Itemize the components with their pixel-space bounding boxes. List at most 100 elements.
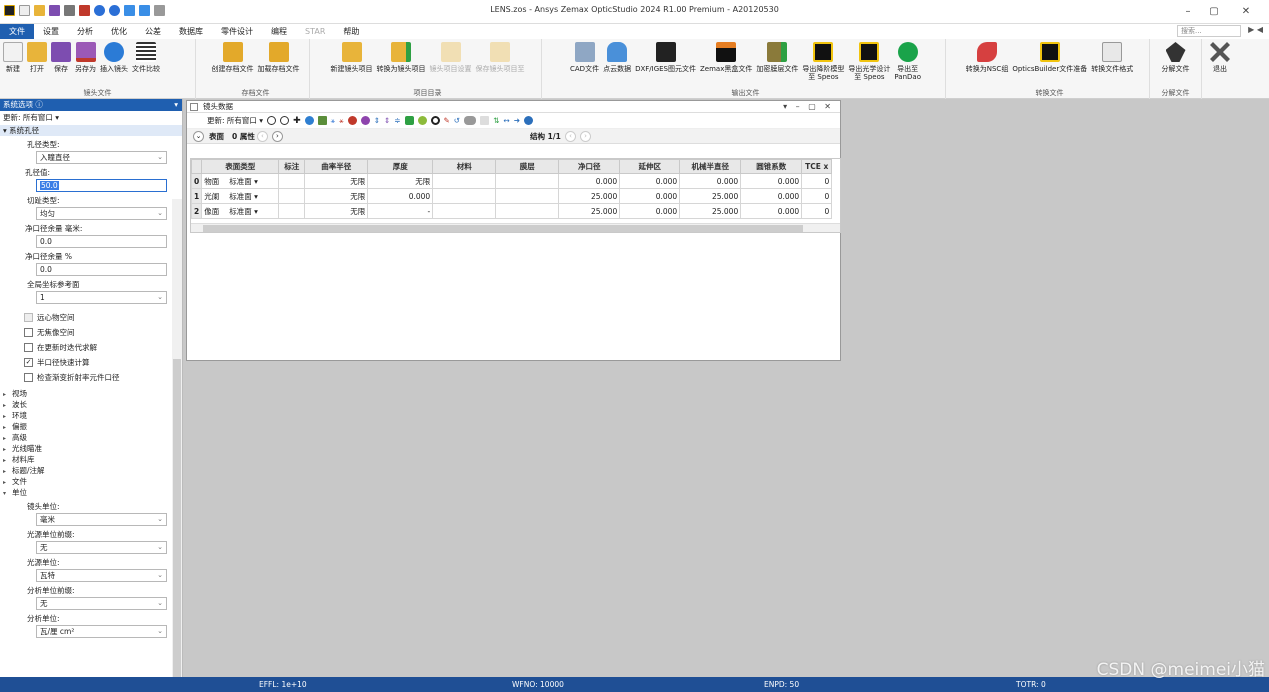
- table-header[interactable]: 表面类型: [201, 159, 280, 174]
- apodization-type-select[interactable]: 均匀 ⌄: [36, 207, 167, 220]
- search-input[interactable]: 搜索...: [1177, 25, 1241, 37]
- menu-help[interactable]: 帮助: [334, 24, 368, 39]
- mech-semi-dia-cell[interactable]: 25.000: [679, 203, 742, 219]
- chat-icon[interactable]: [404, 116, 414, 125]
- menu-part-designer[interactable]: 零件设计: [212, 24, 262, 39]
- radius-cell[interactable]: 无限: [304, 173, 369, 189]
- menu-optimize[interactable]: 优化: [102, 24, 136, 39]
- table-row[interactable]: 0 物面 标准面 ▾ 无限 无限 0.000 0.000 0.000 0.000 0: [191, 173, 833, 189]
- tree-item-environment[interactable]: ▸ 环境: [0, 410, 182, 421]
- arrows-icon[interactable]: ↔: [503, 116, 509, 125]
- tree-item-units[interactable]: ▾ 单位: [0, 487, 182, 498]
- afocal-image-checkbox[interactable]: 无焦像空间: [0, 325, 182, 340]
- globe-icon[interactable]: [304, 116, 314, 125]
- fast-semi-diameter-checkbox[interactable]: ✓ 半口径快速计算: [0, 355, 182, 370]
- tree-item-wavelengths[interactable]: ▸ 波长: [0, 399, 182, 410]
- load-archive-button[interactable]: 加载存档文件: [257, 42, 301, 73]
- table-row[interactable]: 2 像面 标准面 ▾ 无限 -25.000 0.000 25.000 0.000 0: [191, 203, 833, 219]
- table-header[interactable]: 标注: [278, 159, 306, 174]
- conic-cell[interactable]: 0.000: [740, 188, 803, 204]
- zemax-blackbox-button[interactable]: Zemax黑盒文件: [699, 42, 753, 73]
- tce-cell[interactable]: 0: [801, 203, 833, 219]
- menu-libraries[interactable]: 数据库: [170, 24, 212, 39]
- lens-data-titlebar[interactable]: 镜头数据 ▾ – ▢ ✕: [187, 101, 840, 113]
- material-cell[interactable]: [432, 203, 497, 219]
- table-header[interactable]: 圆锥系数: [740, 159, 803, 174]
- convert-format-button[interactable]: 转换文件格式: [1090, 42, 1134, 73]
- ray-icon[interactable]: ⚹: [331, 116, 336, 126]
- section-aperture[interactable]: ▾ 系统孔径: [0, 125, 182, 136]
- telecentric-object-checkbox[interactable]: 远心物空间: [0, 310, 182, 325]
- convert-nsc-button[interactable]: 转换为NSC组: [965, 42, 1010, 73]
- point-cloud-button[interactable]: 点云数据: [602, 42, 632, 73]
- pencil-icon[interactable]: ✎: [444, 116, 450, 125]
- chip-zone-cell[interactable]: 0.000: [619, 173, 681, 189]
- clear-semi-dia-cell[interactable]: 25.000: [558, 188, 621, 204]
- analysis-prefix-select[interactable]: 无 ⌄: [36, 597, 167, 610]
- menu-star[interactable]: STAR: [296, 24, 334, 39]
- toggle-icon[interactable]: [464, 116, 477, 125]
- tree-item-advanced[interactable]: ▸ 高级: [0, 432, 182, 443]
- table-header[interactable]: TCE x: [801, 159, 833, 174]
- menu-analyze[interactable]: 分析: [68, 24, 102, 39]
- lens2-icon[interactable]: [360, 116, 370, 125]
- export-design-speos-button[interactable]: 导出光学设计 至 Speos: [847, 42, 891, 81]
- chip-zone-cell[interactable]: 0.000: [619, 188, 681, 204]
- hook-icon[interactable]: ↺: [454, 116, 460, 125]
- crosshair-icon[interactable]: ✚: [293, 116, 301, 126]
- lens-icon[interactable]: [347, 116, 357, 125]
- global-coord-ref-select[interactable]: 1 ⌄: [36, 291, 167, 304]
- left-panel-scrollbar[interactable]: [172, 199, 182, 677]
- left-panel-scroll-thumb[interactable]: [173, 359, 181, 677]
- prev-surface-button[interactable]: ‹: [256, 130, 268, 142]
- cad-file-button[interactable]: CAD文件: [569, 42, 600, 73]
- clear-semi-dia-cell[interactable]: 0.000: [558, 173, 621, 189]
- maximize-button[interactable]: ▢: [1205, 5, 1223, 19]
- radius-cell[interactable]: 无限: [304, 203, 369, 219]
- refresh-icon[interactable]: [267, 116, 277, 125]
- table-header[interactable]: 曲率半径: [304, 159, 369, 174]
- next-config-button[interactable]: ›: [580, 130, 591, 142]
- color-icon[interactable]: [417, 116, 427, 125]
- split-file-button[interactable]: 分解文件: [1161, 42, 1191, 73]
- aperture-type-select[interactable]: 入瞳直径 ⌄: [36, 151, 167, 164]
- clear-semi-margin-pct-input[interactable]: 0.0: [36, 263, 167, 276]
- surface-name-cell[interactable]: 像面 标准面 ▾: [201, 203, 280, 219]
- help-icon[interactable]: [523, 116, 533, 125]
- insert-lens-button[interactable]: 插入镜头: [99, 42, 129, 73]
- ribbon-nav-arrows[interactable]: ▶ ◀: [1248, 25, 1263, 34]
- tce-cell[interactable]: 0: [801, 188, 833, 204]
- pin-blue-icon[interactable]: ⇕: [374, 116, 380, 125]
- coating-cell[interactable]: [495, 188, 560, 204]
- minimize-button[interactable]: –: [1179, 5, 1197, 19]
- comment-cell[interactable]: [278, 188, 306, 204]
- save-button[interactable]: 保存: [50, 42, 72, 73]
- menu-setup[interactable]: 设置: [34, 24, 68, 39]
- convert-project-button[interactable]: 转换为镜头项目: [376, 42, 427, 73]
- tree-item-polarization[interactable]: ▸ 偏振: [0, 421, 182, 432]
- update-all-windows-dropdown[interactable]: 更新: 所有窗口 ▾: [0, 111, 182, 125]
- tree-item-material-catalogs[interactable]: ▸ 材料库: [0, 454, 182, 465]
- clear-semi-margin-mm-input[interactable]: 0.0: [36, 235, 167, 248]
- tree-item-files[interactable]: ▸ 文件: [0, 476, 182, 487]
- chip-zone-cell[interactable]: 0.000: [619, 203, 681, 219]
- tree-item-ray-aiming[interactable]: ▸ 光线瞄准: [0, 443, 182, 454]
- thickness-cell[interactable]: 无限: [367, 173, 434, 189]
- swap-icon[interactable]: ⇅: [493, 116, 499, 125]
- close-button[interactable]: ✕: [1237, 5, 1255, 19]
- menu-programming[interactable]: 编程: [262, 24, 296, 39]
- aperture-value-input[interactable]: 50.0: [36, 179, 167, 192]
- surface-type-dropdown[interactable]: 标准面 ▾: [229, 207, 258, 216]
- menu-tolerance[interactable]: 公差: [136, 24, 170, 39]
- collapse-icon[interactable]: ⌄: [193, 130, 204, 142]
- ray-red-icon[interactable]: ⚹: [339, 116, 344, 126]
- table-header[interactable]: 厚度: [367, 159, 434, 174]
- next-surface-button[interactable]: ›: [271, 130, 283, 142]
- surface-name-cell[interactable]: 光阑 标准面 ▾: [201, 188, 280, 204]
- refresh-all-icon[interactable]: [280, 116, 290, 125]
- file-compare-button[interactable]: 文件比较: [131, 42, 161, 73]
- coating-cell[interactable]: [495, 203, 560, 219]
- table-scroll-thumb[interactable]: [203, 225, 803, 232]
- surface-name-cell[interactable]: 物面 标准面 ▾: [201, 173, 280, 189]
- source-prefix-select[interactable]: 无 ⌄: [36, 541, 167, 554]
